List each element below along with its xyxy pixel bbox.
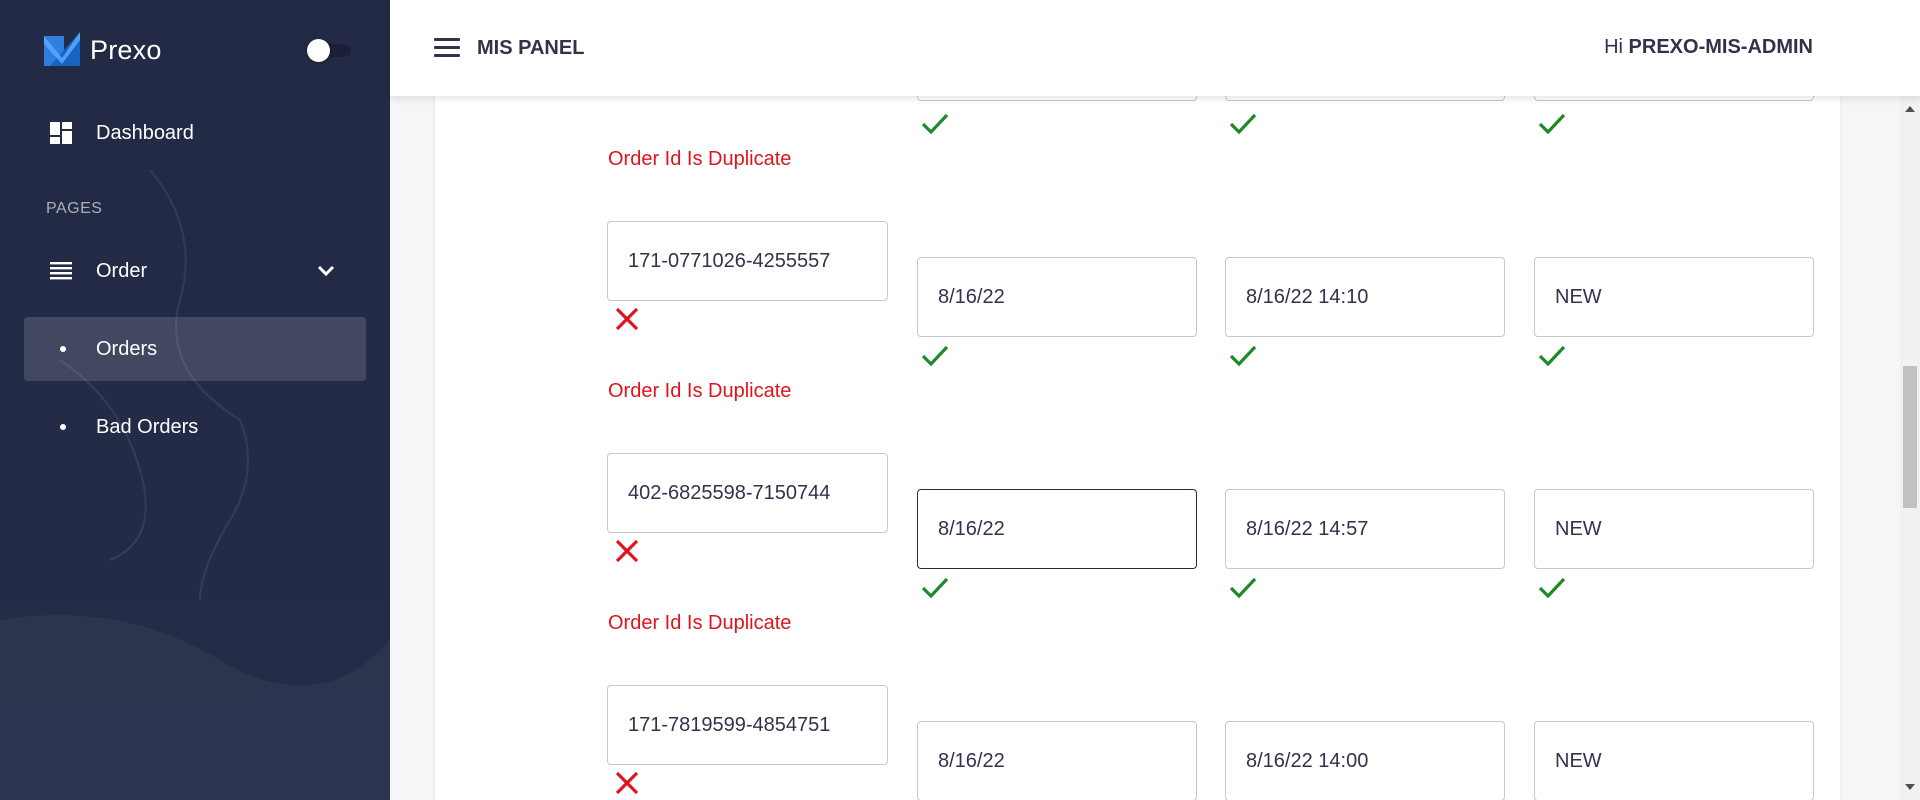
- prexo-logo-icon: [44, 32, 80, 66]
- sidebar-item-orders[interactable]: Orders: [24, 317, 366, 381]
- bullet-icon: [60, 424, 66, 430]
- user-greeting[interactable]: Hi PREXO-MIS-ADMIN: [1604, 36, 1813, 59]
- greeting-prefix: Hi: [1604, 36, 1623, 58]
- check-icon: [1538, 577, 1566, 599]
- date-field[interactable]: 8/16/22: [917, 489, 1197, 569]
- topbar: MIS PANEL Hi PREXO-MIS-ADMIN: [390, 0, 1920, 96]
- brand-name: Prexo: [90, 34, 162, 65]
- sidebar-item-label: Bad Orders: [96, 415, 199, 438]
- datetime-field[interactable]: 8/16/22 14:57: [1225, 489, 1505, 569]
- status-field[interactable]: NEW: [1534, 489, 1814, 569]
- sidebar-item-label: Dashboard: [96, 121, 194, 144]
- bullet-icon: [60, 346, 66, 352]
- page-scrollbar[interactable]: [1900, 96, 1920, 800]
- sidebar-item-dashboard[interactable]: Dashboard: [24, 101, 366, 165]
- check-icon: [1538, 113, 1566, 135]
- sidebar-item-order[interactable]: Order: [24, 239, 366, 303]
- chevron-down-icon: [317, 265, 335, 277]
- error-message: Order Id Is Duplicate: [608, 380, 792, 402]
- check-icon: [921, 577, 949, 599]
- sidebar-item-label: Order: [96, 259, 148, 282]
- panel-title: MIS PANEL: [477, 37, 585, 59]
- theme-toggle[interactable]: [307, 39, 353, 62]
- status-field[interactable]: NEW: [1534, 721, 1814, 800]
- cross-icon: [615, 771, 639, 795]
- cross-icon: [615, 307, 639, 331]
- check-icon: [1229, 113, 1257, 135]
- hamburger-menu-icon[interactable]: [434, 38, 460, 58]
- cross-icon: [615, 539, 639, 563]
- sidebar-item-label: Orders: [96, 337, 158, 360]
- check-icon: [1229, 345, 1257, 367]
- check-icon: [921, 345, 949, 367]
- main-content: Order Id Is Duplicate 171-0771026-425555…: [390, 56, 1900, 800]
- scrollbar-thumb[interactable]: [1903, 366, 1917, 508]
- sidebar-item-bad-orders[interactable]: Bad Orders: [24, 395, 366, 459]
- error-message: Order Id Is Duplicate: [608, 612, 792, 634]
- sidebar: Prexo Dashboard PAGES Order Orders Bad O…: [0, 0, 390, 800]
- scroll-down-arrow-icon[interactable]: [1905, 784, 1915, 790]
- order-id-field[interactable]: 171-7819599-4854751: [607, 685, 888, 765]
- error-message: Order Id Is Duplicate: [608, 148, 792, 170]
- section-label-pages: PAGES: [46, 200, 103, 217]
- toggle-thumb: [307, 39, 330, 62]
- list-icon: [48, 258, 74, 284]
- order-id-field[interactable]: 171-0771026-4255557: [607, 221, 888, 301]
- datetime-field[interactable]: 8/16/22 14:00: [1225, 721, 1505, 800]
- user-name: PREXO-MIS-ADMIN: [1628, 36, 1813, 58]
- order-id-field[interactable]: 402-6825598-7150744: [607, 453, 888, 533]
- check-icon: [1229, 577, 1257, 599]
- datetime-field[interactable]: 8/16/22 14:10: [1225, 257, 1505, 337]
- date-field[interactable]: 8/16/22: [917, 257, 1197, 337]
- date-field[interactable]: 8/16/22: [917, 721, 1197, 800]
- status-field[interactable]: NEW: [1534, 257, 1814, 337]
- check-icon: [1538, 345, 1566, 367]
- dashboard-icon: [48, 120, 74, 146]
- brand[interactable]: Prexo: [44, 32, 162, 68]
- check-icon: [921, 113, 949, 135]
- scroll-up-arrow-icon[interactable]: [1905, 106, 1915, 112]
